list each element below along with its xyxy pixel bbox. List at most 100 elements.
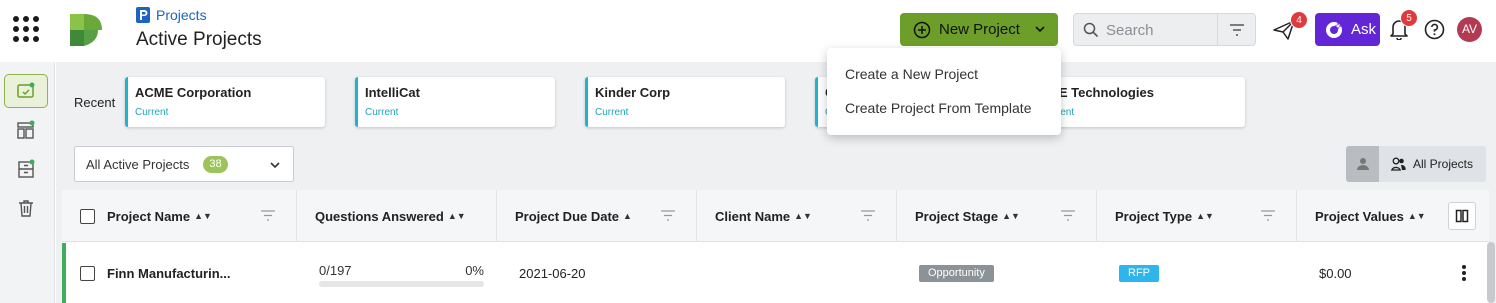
project-view-toggle: All Projects [1346, 146, 1486, 182]
column-header-project-stage[interactable]: Project Stage ▲▼ [897, 190, 1097, 242]
recent-label: Recent [74, 95, 116, 110]
project-name-cell[interactable]: Finn Manufacturin... [107, 243, 231, 303]
breadcrumb[interactable]: Projects [136, 7, 207, 23]
top-bar: Projects Active Projects New Project 4 [0, 0, 1496, 62]
recent-project-name: Kinder Corp [595, 85, 671, 100]
projects-p-icon [136, 7, 150, 23]
select-all-checkbox[interactable] [80, 208, 95, 224]
search-icon [1083, 22, 1099, 38]
project-stage-cell: Opportunity [919, 243, 994, 303]
column-header-project-due-date[interactable]: Project Due Date ▲ [497, 190, 697, 242]
row-actions-menu-icon[interactable] [1462, 265, 1466, 281]
ai-assistant-icon [1326, 21, 1342, 38]
sort-ascending-icon: ▲ [623, 211, 632, 221]
recent-project-name: ME Technologies [1048, 85, 1154, 100]
new-project-button[interactable]: New Project [900, 13, 1058, 46]
send-badge: 4 [1290, 11, 1308, 29]
column-header-client-name[interactable]: Client Name ▲▼ [697, 190, 897, 242]
row-checkbox[interactable] [80, 265, 95, 281]
filter-selected-label: All Active Projects [86, 156, 190, 172]
stage-tag: Opportunity [919, 264, 994, 282]
table-row[interactable]: Finn Manufacturin... 0/197 0% 2021-06-20… [62, 243, 1489, 303]
recent-project-name: IntelliCat [365, 85, 420, 100]
recent-project-card[interactable]: IntelliCat Current [355, 77, 555, 127]
type-tag: RFP [1119, 264, 1159, 282]
sort-icon: ▲▼ [447, 211, 466, 221]
column-header-project-name[interactable]: Project Name ▲▼ [62, 190, 297, 242]
column-header-project-type[interactable]: Project Type ▲▼ [1097, 190, 1297, 242]
questions-answered-cell: 0/197 0% [319, 243, 484, 303]
help-icon[interactable] [1424, 19, 1445, 40]
filter-icon[interactable] [260, 210, 276, 221]
sort-icon: ▲▼ [1196, 211, 1214, 221]
filter-icon[interactable] [660, 210, 676, 221]
my-projects-toggle[interactable] [1346, 146, 1379, 182]
rail-item-dashboard[interactable] [4, 113, 48, 147]
recent-project-card[interactable]: Kinder Corp Current [585, 77, 785, 127]
search-bar [1073, 13, 1256, 46]
search-divider [1217, 14, 1218, 45]
column-label: Project Type [1115, 208, 1193, 224]
rail-item-projects[interactable] [4, 74, 48, 108]
columns-icon [1455, 209, 1469, 223]
column-label: Project Name [107, 208, 191, 224]
column-label: Project Due Date [515, 208, 620, 224]
recent-project-name: ACME Corporation [135, 85, 252, 100]
progress-bar [319, 281, 484, 287]
new-project-label: New Project [939, 21, 1020, 38]
menu-item-create-new-project[interactable]: Create a New Project [827, 59, 1061, 93]
chevron-down-icon [270, 162, 280, 169]
sort-icon: ▲▼ [794, 211, 812, 221]
answered-fraction: 0/197 [319, 263, 352, 278]
recent-project-card[interactable]: ACME Corporation Current [125, 77, 325, 127]
sort-icon: ▲▼ [194, 211, 212, 221]
ask-button[interactable]: Ask [1315, 13, 1380, 46]
table-header: Project Name ▲▼ Questions Answered ▲▼ Pr… [62, 190, 1489, 242]
column-label: Project Values [1315, 208, 1404, 224]
trash-icon [19, 200, 33, 217]
left-rail [0, 62, 55, 303]
recent-project-status: Current [135, 107, 169, 118]
breadcrumb-label[interactable]: Projects [156, 7, 207, 23]
all-projects-label: All Projects [1413, 157, 1474, 171]
project-type-cell: RFP [1119, 243, 1159, 303]
recent-project-card[interactable]: ME Technologies urrent [1045, 77, 1245, 127]
page-title: Active Projects [136, 29, 262, 50]
rail-item-archive[interactable] [4, 152, 48, 186]
column-label: Client Name [715, 208, 791, 224]
column-header-project-values[interactable]: Project Values ▲▼ [1297, 190, 1437, 242]
row-checkbox-cell [80, 243, 95, 303]
recent-project-status: urrent [1048, 107, 1075, 118]
filter-icon[interactable] [1260, 210, 1276, 221]
filter-icon[interactable] [860, 210, 876, 221]
people-icon [1391, 157, 1406, 171]
filter-icon[interactable] [1060, 210, 1076, 221]
all-projects-toggle[interactable]: All Projects [1379, 146, 1486, 182]
app-launcher-icon[interactable] [13, 16, 39, 42]
column-label: Questions Answered [315, 208, 444, 224]
column-settings-button[interactable] [1448, 202, 1476, 230]
notification-badge: 5 [1400, 9, 1418, 27]
search-input[interactable] [1106, 20, 1211, 40]
vertical-scrollbar[interactable] [1487, 242, 1495, 303]
sort-icon: ▲▼ [1407, 211, 1426, 221]
menu-item-create-from-template[interactable]: Create Project From Template [827, 93, 1061, 127]
project-count-badge: 38 [203, 155, 228, 173]
filter-icon[interactable] [1229, 23, 1245, 37]
chevron-down-icon [1035, 26, 1045, 33]
dashboard-icon [17, 120, 35, 139]
new-project-menu: Create a New Project Create Project From… [827, 48, 1061, 135]
recent-project-status: Current [365, 107, 399, 118]
person-icon [1356, 158, 1369, 170]
recent-project-status: Current [595, 107, 629, 118]
user-avatar[interactable]: AV [1457, 17, 1482, 42]
projects-table: Project Name ▲▼ Questions Answered ▲▼ Pr… [62, 190, 1489, 303]
rail-item-trash[interactable] [4, 191, 48, 225]
column-header-questions-answered[interactable]: Questions Answered ▲▼ [297, 190, 497, 242]
archive-icon [18, 159, 35, 178]
project-filter-dropdown[interactable]: All Active Projects 38 [74, 146, 294, 182]
due-date-cell: 2021-06-20 [519, 265, 586, 281]
company-logo[interactable] [68, 12, 104, 48]
ask-label: Ask [1351, 21, 1377, 38]
column-label: Project Stage [915, 208, 999, 224]
